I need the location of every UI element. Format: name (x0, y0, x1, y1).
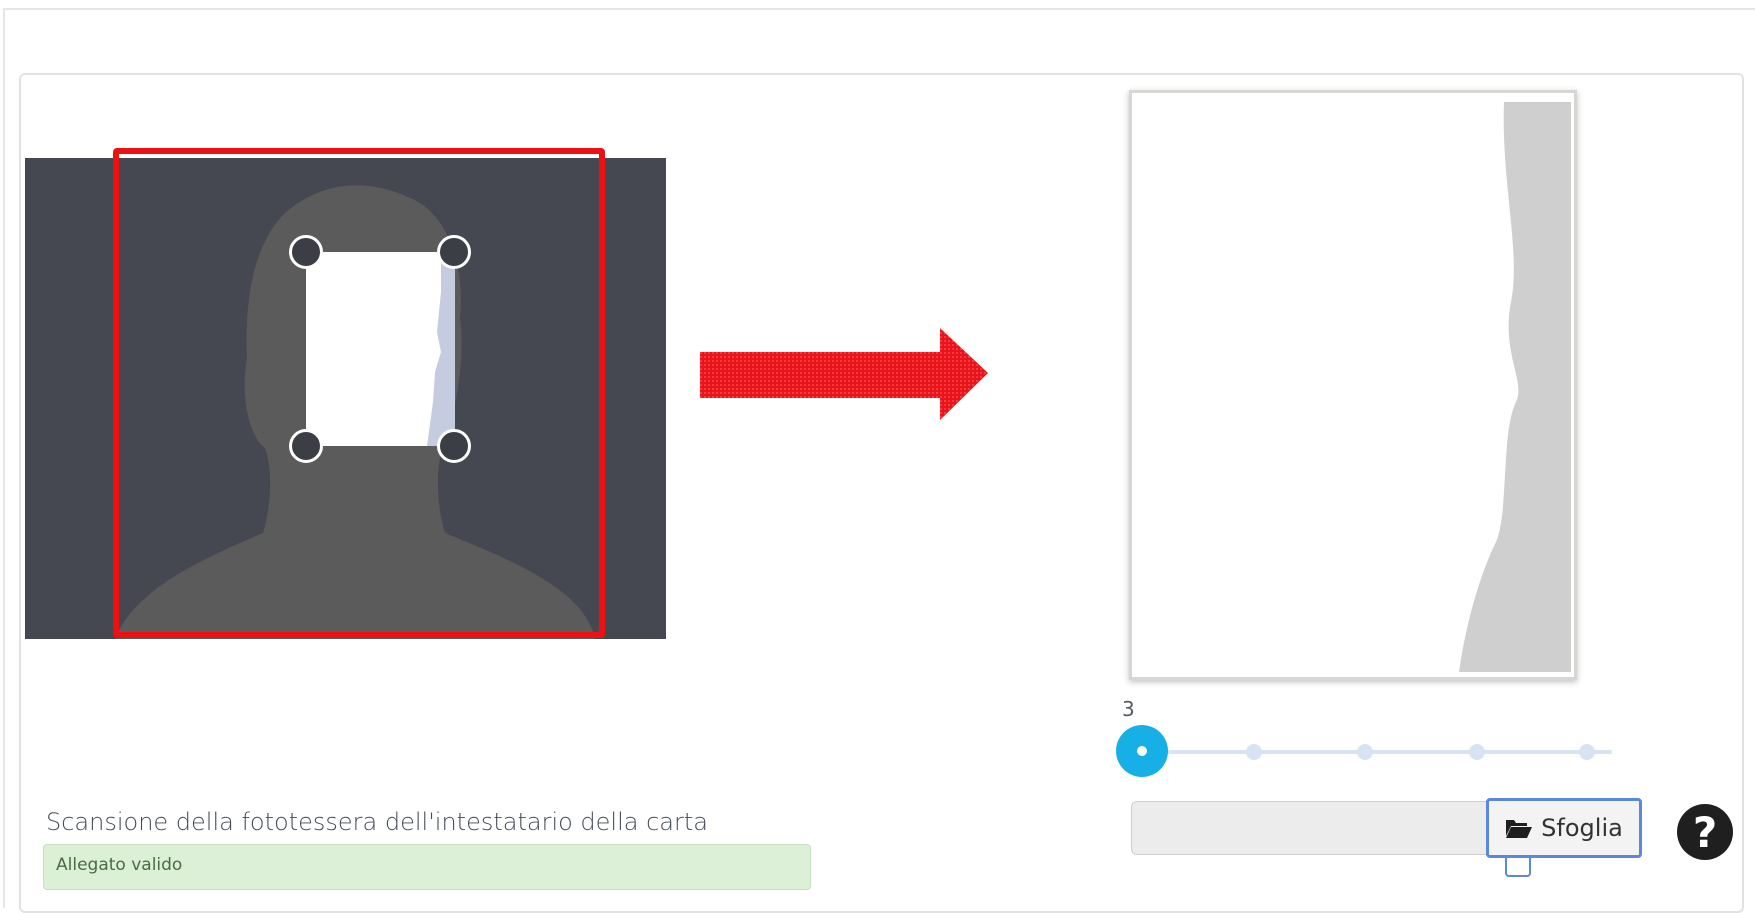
selection-shadow (427, 252, 455, 446)
slider-value-label: 3 (1122, 697, 1135, 721)
file-path-input[interactable] (1131, 801, 1491, 855)
crop-handle-top-left[interactable] (289, 235, 323, 269)
field-label: Scansione della fototessera dell'intesta… (46, 808, 708, 836)
status-badge: Allegato valido (43, 844, 811, 890)
folder-open-icon (1506, 820, 1533, 838)
slider-tick (1246, 744, 1262, 760)
slider-tick (1357, 744, 1373, 760)
crop-handle-top-right[interactable] (437, 235, 471, 269)
slider-track[interactable] (1142, 750, 1612, 754)
slider-tick (1579, 744, 1595, 760)
slider-thumb-dot (1137, 746, 1147, 756)
right-arrow-icon (700, 328, 988, 420)
crop-handle-bottom-left[interactable] (289, 429, 323, 463)
crop-handle-bottom-right[interactable] (437, 429, 471, 463)
browse-button[interactable]: Sfoglia (1486, 798, 1642, 858)
question-circle-icon[interactable]: ? (1677, 804, 1733, 860)
browse-focus-marker (1505, 857, 1531, 877)
preview-image (1141, 102, 1571, 672)
slider-tick (1469, 744, 1485, 760)
crop-selection[interactable] (306, 252, 455, 446)
slider-thumb[interactable] (1116, 725, 1168, 777)
browse-button-label: Sfoglia (1541, 814, 1623, 842)
photo-preview (1129, 90, 1577, 680)
